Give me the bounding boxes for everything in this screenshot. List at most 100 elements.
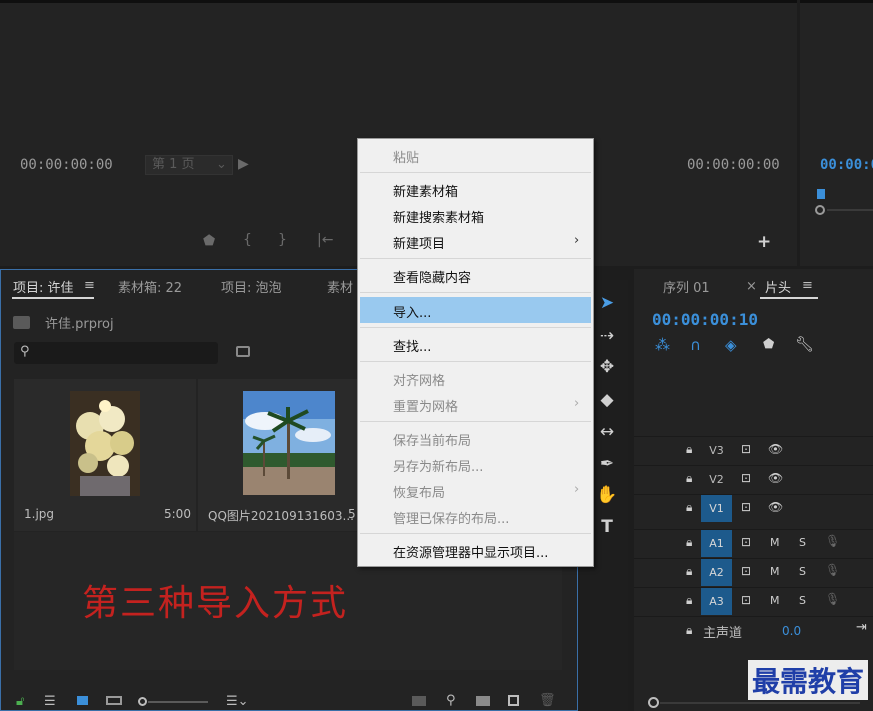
lock-icon[interactable]: 🔒︎ bbox=[686, 500, 692, 515]
track-select-tool-icon[interactable]: ⇢ bbox=[596, 326, 618, 346]
timeline-timecode[interactable]: 00:00:00:10 bbox=[652, 310, 758, 329]
media-item-qq-image[interactable]: QQ图片202109131603... 5: bbox=[198, 379, 360, 531]
pen-tool-icon[interactable]: ✒ bbox=[596, 454, 618, 474]
source-timecode-left[interactable]: 00:00:00:00 bbox=[20, 157, 113, 173]
tab-sequence-01[interactable]: 序列 01 bbox=[663, 277, 710, 296]
menu-item-view-hidden[interactable]: 查看隐藏内容 bbox=[393, 267, 471, 286]
microphone-icon[interactable]: 🎙︎ bbox=[825, 563, 840, 577]
trash-icon[interactable]: 🗑︎ bbox=[539, 693, 556, 708]
sort-icon[interactable]: ☰⌄ bbox=[226, 694, 249, 709]
wrench-icon[interactable]: 🔧︎ bbox=[795, 335, 814, 353]
freeform-view-icon[interactable] bbox=[106, 696, 122, 705]
menu-item-reveal-in-explorer[interactable]: 在资源管理器中显示项目... bbox=[393, 542, 548, 561]
program-timecode[interactable]: 00:00:00 bbox=[820, 157, 873, 173]
sync-lock-icon[interactable]: ⊡ bbox=[741, 500, 751, 514]
menu-item-save-layout[interactable]: 保存当前布局 bbox=[393, 430, 471, 449]
new-bin-icon[interactable] bbox=[476, 696, 490, 706]
timeline-scrollbar[interactable] bbox=[660, 702, 860, 704]
hand-tool-icon[interactable]: ✋ bbox=[596, 485, 618, 505]
mark-in-icon[interactable]: { bbox=[243, 232, 252, 248]
sync-lock-icon[interactable]: ⊡ bbox=[741, 442, 751, 456]
nest-icon[interactable]: ⁂ bbox=[655, 336, 670, 354]
new-item-icon[interactable] bbox=[508, 695, 519, 706]
track-label-a3[interactable]: A3 bbox=[701, 588, 732, 615]
mute-button[interactable]: M bbox=[770, 536, 780, 549]
eye-icon[interactable]: 👁︎ bbox=[768, 442, 783, 456]
sync-lock-icon[interactable]: ⊡ bbox=[741, 593, 751, 607]
mute-button[interactable]: M bbox=[770, 594, 780, 607]
icon-view-icon[interactable] bbox=[77, 696, 88, 705]
solo-button[interactable]: S bbox=[799, 536, 806, 549]
panel-menu-icon[interactable]: ≡ bbox=[84, 278, 95, 293]
menu-item-restore-layout[interactable]: 恢复布局 bbox=[393, 482, 445, 501]
track-label-v3[interactable]: V3 bbox=[701, 437, 732, 464]
eye-icon[interactable]: 👁︎ bbox=[768, 500, 783, 514]
zoom-scrollbar[interactable] bbox=[827, 209, 873, 211]
track-label-v1[interactable]: V1 bbox=[701, 495, 732, 522]
menu-item-manage-layouts[interactable]: 管理已保存的布局... bbox=[393, 508, 509, 527]
menu-item-new-bin[interactable]: 新建素材箱 bbox=[393, 181, 458, 200]
new-bin-from-search-icon[interactable] bbox=[236, 346, 250, 357]
eye-icon[interactable]: 👁︎ bbox=[768, 471, 783, 485]
sync-lock-icon[interactable]: ⊡ bbox=[741, 471, 751, 485]
menu-item-paste[interactable]: 粘贴 bbox=[393, 147, 419, 166]
track-row-master[interactable] bbox=[634, 616, 873, 646]
automate-to-sequence-icon[interactable] bbox=[412, 696, 426, 706]
solo-button[interactable]: S bbox=[799, 594, 806, 607]
go-to-end-icon[interactable]: ⇥ bbox=[856, 620, 867, 635]
tab-project-paopao[interactable]: 项目: 泡泡 bbox=[221, 277, 282, 296]
tab-project-xujia[interactable]: 项目: 许佳 bbox=[13, 277, 74, 296]
type-tool-icon[interactable]: T bbox=[596, 517, 618, 537]
track-label-v2[interactable]: V2 bbox=[701, 466, 732, 493]
media-item-1jpg[interactable]: 1.jpg 5:00 bbox=[14, 379, 196, 531]
sync-lock-icon[interactable]: ⊡ bbox=[741, 535, 751, 549]
master-volume-value[interactable]: 0.0 bbox=[782, 624, 801, 638]
lock-icon[interactable]: 🔒︎ bbox=[686, 623, 692, 638]
selection-tool-icon[interactable]: ➤ bbox=[596, 293, 618, 313]
timeline-zoom-handle[interactable] bbox=[648, 697, 659, 708]
marker-icon[interactable]: ⬟ bbox=[203, 233, 215, 249]
menu-item-new-item[interactable]: 新建项目 bbox=[393, 233, 445, 252]
menu-item-import[interactable]: 导入... bbox=[393, 302, 431, 321]
menu-item-save-as-layout[interactable]: 另存为新布局... bbox=[393, 456, 483, 475]
page-selector[interactable]: 第 1 页 ⌄ bbox=[145, 155, 233, 175]
track-label-a1[interactable]: A1 bbox=[701, 530, 732, 557]
list-view-icon[interactable]: ☰ bbox=[44, 694, 56, 709]
menu-item-reset-grid[interactable]: 重置为网格 bbox=[393, 396, 458, 415]
mute-button[interactable]: M bbox=[770, 565, 780, 578]
go-to-in-icon[interactable]: |← bbox=[317, 232, 333, 248]
solo-button[interactable]: S bbox=[799, 565, 806, 578]
lock-icon[interactable]: 🔒︎ bbox=[686, 471, 692, 486]
razor-tool-icon[interactable]: ◆ bbox=[596, 390, 618, 410]
zoom-slider-track[interactable] bbox=[148, 701, 208, 703]
track-row-v1[interactable] bbox=[634, 494, 873, 522]
menu-item-align-grid[interactable]: 对齐网格 bbox=[393, 370, 445, 389]
add-marker-icon[interactable]: ⬟ bbox=[763, 337, 774, 352]
lock-icon[interactable]: 🔒︎ bbox=[686, 564, 692, 579]
menu-item-new-search-bin[interactable]: 新建搜索素材箱 bbox=[393, 207, 484, 226]
timeline-menu-icon[interactable]: ≡ bbox=[802, 278, 813, 293]
play-triangle-icon[interactable]: ▶ bbox=[238, 156, 249, 172]
lock-icon[interactable]: 🔒︎ bbox=[686, 442, 692, 457]
microphone-icon[interactable]: 🎙︎ bbox=[825, 534, 840, 548]
ripple-edit-tool-icon[interactable]: ✥ bbox=[596, 357, 618, 377]
lock-icon[interactable]: 🔓︎ bbox=[16, 694, 24, 709]
tab-bin-partial[interactable]: 素材 bbox=[327, 277, 353, 296]
lock-icon[interactable]: 🔒︎ bbox=[686, 593, 692, 608]
tab-titles[interactable]: 片头 bbox=[765, 277, 791, 296]
snap-icon[interactable]: ∩ bbox=[690, 336, 701, 354]
close-tab-icon[interactable]: × bbox=[746, 279, 757, 294]
playhead-icon[interactable] bbox=[817, 189, 825, 199]
track-label-a2[interactable]: A2 bbox=[701, 559, 732, 586]
menu-item-find[interactable]: 查找... bbox=[393, 336, 431, 355]
lock-icon[interactable]: 🔒︎ bbox=[686, 535, 692, 550]
linked-selection-icon[interactable]: ◈ bbox=[725, 336, 737, 354]
microphone-icon[interactable]: 🎙︎ bbox=[825, 592, 840, 606]
slip-tool-icon[interactable]: ↔ bbox=[596, 422, 618, 442]
add-button-icon[interactable]: + bbox=[757, 232, 771, 252]
tab-bin-22[interactable]: 素材箱: 22 bbox=[118, 277, 182, 296]
zoom-slider-handle[interactable] bbox=[138, 697, 147, 706]
search-input[interactable] bbox=[14, 342, 218, 364]
mark-out-icon[interactable]: } bbox=[278, 232, 287, 248]
find-icon[interactable]: ⚲ bbox=[446, 693, 456, 708]
